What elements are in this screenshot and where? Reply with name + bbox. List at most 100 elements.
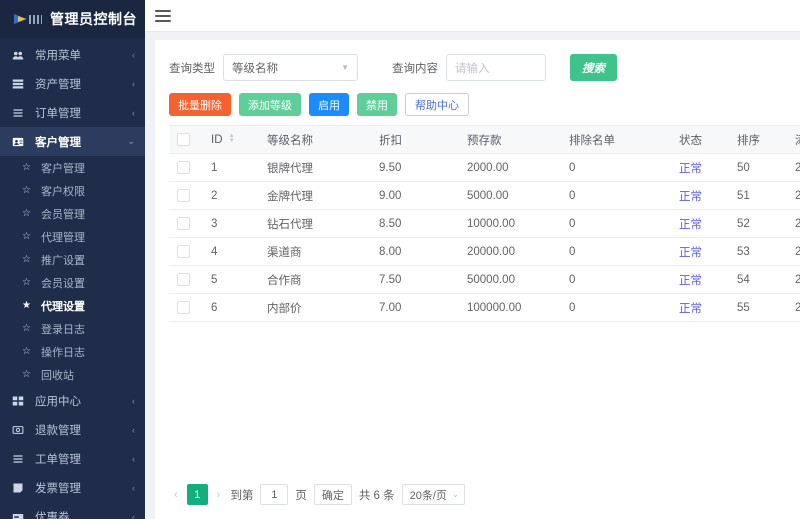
goto-page-input[interactable]: 1 xyxy=(260,484,289,505)
page-size-value: 20条/页 xyxy=(409,489,447,502)
cell-name: 钻石代理 xyxy=(257,209,369,238)
cell-status[interactable]: 正常 xyxy=(669,237,727,266)
sidebar-item-asset-management[interactable]: 资产管理 ‹ xyxy=(0,69,145,98)
select-all-header xyxy=(169,125,201,154)
cell-id: 5 xyxy=(201,265,257,294)
row-checkbox[interactable] xyxy=(177,273,190,286)
cell-deposit: 20000.00 xyxy=(457,237,559,266)
sidebar-subitem-recycle-bin[interactable]: ☆ 回收站 xyxy=(0,363,145,386)
hamburger-menu-icon[interactable] xyxy=(155,9,171,22)
search-button[interactable]: 搜索 xyxy=(570,54,617,81)
table-row[interactable]: 5 合作商 7.50 50000.00 0 正常 54 2023- xyxy=(169,265,800,294)
cell-discount: 9.00 xyxy=(369,181,457,210)
sidebar-item-coupon[interactable]: 优惠券 ‹ xyxy=(0,502,145,519)
sidebar-subitem-login-log[interactable]: ☆ 登录日志 xyxy=(0,317,145,340)
filter-bar: 查询类型 等级名称 ▼ 查询内容 请输入 搜索 xyxy=(155,40,800,93)
sidebar-item-refund-management[interactable]: 退款管理 ‹ xyxy=(0,415,145,444)
query-content-label: 查询内容 xyxy=(392,62,438,75)
cell-status[interactable]: 正常 xyxy=(669,153,727,182)
sidebar-logo[interactable]: 管理员控制台 xyxy=(0,0,145,38)
goto-label: 到第 xyxy=(230,489,254,502)
row-checkbox[interactable] xyxy=(177,161,190,174)
cell-sort: 50 xyxy=(727,153,785,182)
sidebar-item-common-menu[interactable]: 常用菜单 ‹ xyxy=(0,40,145,69)
sidebar-item-order-management[interactable]: 订单管理 ‹ xyxy=(0,98,145,127)
sidebar-subitem-operation-log[interactable]: ☆ 操作日志 xyxy=(0,340,145,363)
sidebar-item-label: 常用菜单 xyxy=(35,49,81,62)
cell-status[interactable]: 正常 xyxy=(669,181,727,210)
cell-added-time: 2023- xyxy=(785,209,800,238)
select-all-checkbox[interactable] xyxy=(177,133,190,146)
sort-icon[interactable]: ▲ ▼ xyxy=(229,133,235,144)
table-row[interactable]: 1 银牌代理 9.50 2000.00 0 正常 50 2023- xyxy=(169,153,800,182)
query-content-input[interactable]: 请输入 xyxy=(446,54,546,81)
sidebar-subitem-member-settings[interactable]: ☆ 会员设置 xyxy=(0,271,145,294)
sidebar-item-invoice-management[interactable]: 发票管理 ‹ xyxy=(0,473,145,502)
query-type-label: 查询类型 xyxy=(169,62,215,75)
row-select-cell xyxy=(169,153,201,182)
prev-page-button[interactable]: ‹ xyxy=(171,489,181,501)
table-row[interactable]: 4 渠道商 8.00 20000.00 0 正常 53 2023- xyxy=(169,237,800,266)
sidebar-subitem-customer-permission[interactable]: ☆ 客户权限 xyxy=(0,179,145,202)
cell-added-time: 2023- xyxy=(785,237,800,266)
add-level-button[interactable]: 添加等级 xyxy=(239,93,301,116)
sidebar-subitem-customer-management[interactable]: ☆ 客户管理 xyxy=(0,156,145,179)
cell-added-time: 2023- xyxy=(785,153,800,182)
sidebar-subitem-agent-management[interactable]: ☆ 代理管理 xyxy=(0,225,145,248)
sidebar-subitem-promotion-settings[interactable]: ☆ 推广设置 xyxy=(0,248,145,271)
chevron-down-icon: ⌄ xyxy=(451,490,459,499)
sidebar-item-label: 客户管理 xyxy=(35,136,81,149)
cell-discount: 9.50 xyxy=(369,153,457,182)
list-icon xyxy=(12,453,30,465)
cell-added-time: 2023- xyxy=(785,181,800,210)
sidebar-item-app-center[interactable]: 应用中心 ‹ xyxy=(0,386,145,415)
confirm-page-button[interactable]: 确定 xyxy=(313,484,352,505)
cell-status[interactable]: 正常 xyxy=(669,265,727,294)
table-row[interactable]: 3 钻石代理 8.50 10000.00 0 正常 52 2023- xyxy=(169,209,800,238)
brand-logo-icon xyxy=(14,12,44,26)
column-header-id[interactable]: ID ▲ ▼ xyxy=(201,125,257,154)
enable-button[interactable]: 启用 xyxy=(309,93,349,116)
query-type-select[interactable]: 等级名称 ▼ xyxy=(223,54,358,81)
sidebar-subitem-agent-settings[interactable]: ★ 代理设置 xyxy=(0,294,145,317)
sidebar-item-customer-management[interactable]: 客户管理 ⌄ xyxy=(0,127,145,156)
chevron-down-icon: ▼ xyxy=(341,63,349,72)
cell-name: 渠道商 xyxy=(257,237,369,266)
levels-table: ID ▲▼ 等级名称 折扣 预存款 排除名单 状态 排序 添加时 xyxy=(169,125,800,322)
next-page-button[interactable]: › xyxy=(214,489,224,501)
help-center-button[interactable]: 帮助中心 xyxy=(405,93,469,116)
sidebar-subitem-label: 登录日志 xyxy=(41,323,85,336)
row-checkbox[interactable] xyxy=(177,245,190,258)
cell-added-time: 2023- xyxy=(785,293,800,322)
cell-id: 3 xyxy=(201,209,257,238)
column-header-sort: 排序 xyxy=(727,125,785,154)
disable-button[interactable]: 禁用 xyxy=(357,93,397,116)
cell-status[interactable]: 正常 xyxy=(669,293,727,322)
table-head: ID ▲▼ 等级名称 折扣 预存款 排除名单 状态 排序 添加时 xyxy=(169,125,800,154)
column-header-exclude-list: 排除名单 xyxy=(559,125,669,154)
page-number-1[interactable]: 1 xyxy=(186,484,208,505)
chevron-left-icon: ‹ xyxy=(132,49,135,60)
column-header-name: 等级名称 xyxy=(257,125,369,154)
chevron-left-icon: ‹ xyxy=(132,395,135,406)
table-row[interactable]: 6 内部价 7.00 100000.00 0 正常 55 2023- xyxy=(169,293,800,322)
chevron-left-icon: ‹ xyxy=(132,107,135,118)
table-row[interactable]: 2 金牌代理 9.00 5000.00 0 正常 51 2023- xyxy=(169,181,800,210)
cell-exclude: 0 xyxy=(559,181,669,210)
cell-exclude: 0 xyxy=(559,153,669,182)
row-checkbox[interactable] xyxy=(177,217,190,230)
row-checkbox[interactable] xyxy=(177,189,190,202)
cell-discount: 7.50 xyxy=(369,265,457,294)
sidebar-item-ticket-management[interactable]: 工单管理 ‹ xyxy=(0,444,145,473)
row-select-cell xyxy=(169,237,201,266)
cell-status[interactable]: 正常 xyxy=(669,209,727,238)
cell-sort: 54 xyxy=(727,265,785,294)
page-size-select[interactable]: 20条/页 ⌄ xyxy=(401,484,465,505)
coupon-icon xyxy=(12,511,30,519)
cell-sort: 51 xyxy=(727,181,785,210)
row-checkbox[interactable] xyxy=(177,301,190,314)
apps-icon xyxy=(12,395,30,407)
batch-delete-button[interactable]: 批量删除 xyxy=(169,93,231,116)
sidebar-subitem-member-management[interactable]: ☆ 会员管理 xyxy=(0,202,145,225)
star-icon: ☆ xyxy=(22,231,31,242)
